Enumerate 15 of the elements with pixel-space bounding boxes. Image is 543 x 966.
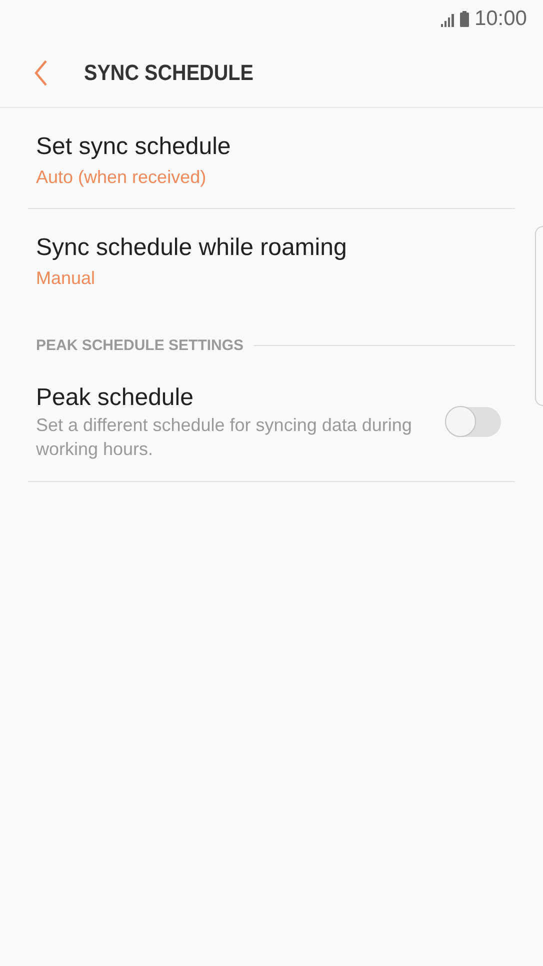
setting-value: Manual — [36, 267, 96, 290]
setting-title: Set sync schedule — [36, 132, 232, 162]
signal-icon — [441, 14, 456, 26]
battery-icon — [460, 11, 470, 27]
setting-description: Set a different schedule for syncing data during working hours. — [36, 414, 413, 461]
setting-title: Sync schedule while roaming — [36, 233, 348, 263]
section-header: PEAK SCHEDULE SETTINGS — [36, 337, 244, 354]
setting-title: Peak schedule — [36, 383, 194, 413]
clock-time: 10:00 — [474, 7, 527, 31]
toggle-switch[interactable] — [445, 407, 501, 437]
setting-item[interactable]: Set sync schedule Auto (when received) — [28, 108, 515, 209]
setting-item[interactable]: Sync schedule while roaming Manual — [28, 209, 515, 309]
screen-title: SYNC SCHEDULE — [84, 60, 254, 86]
setting-value: Auto (when received) — [36, 166, 208, 189]
back-button[interactable] — [34, 58, 50, 86]
